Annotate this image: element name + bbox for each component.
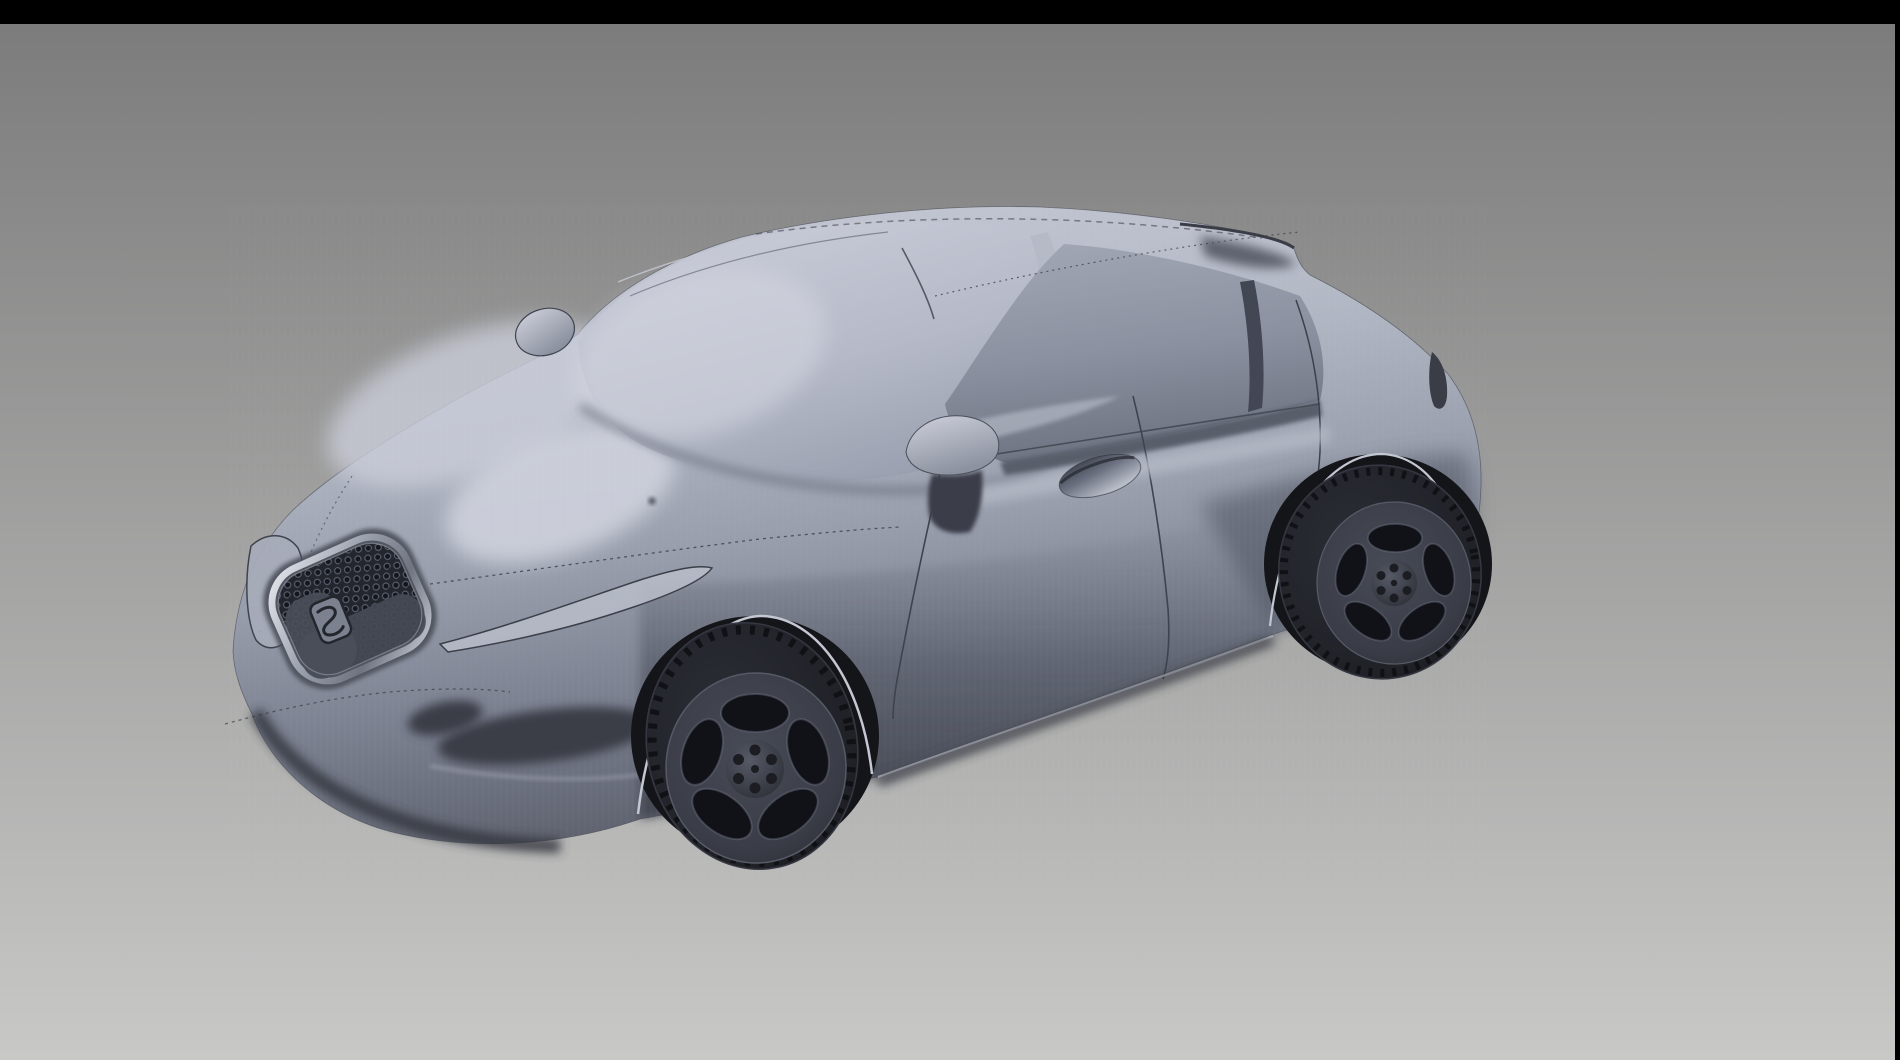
letterbox-top-bar	[0, 0, 1900, 24]
render-viewport[interactable]	[0, 24, 1895, 1060]
hood-dot	[649, 498, 656, 505]
letterbox-right-bar	[1895, 0, 1900, 1060]
mirror-base	[928, 470, 983, 533]
car-model[interactable]	[225, 204, 1498, 889]
car-render-canvas[interactable]	[0, 24, 1900, 1060]
app-window	[0, 0, 1900, 1060]
